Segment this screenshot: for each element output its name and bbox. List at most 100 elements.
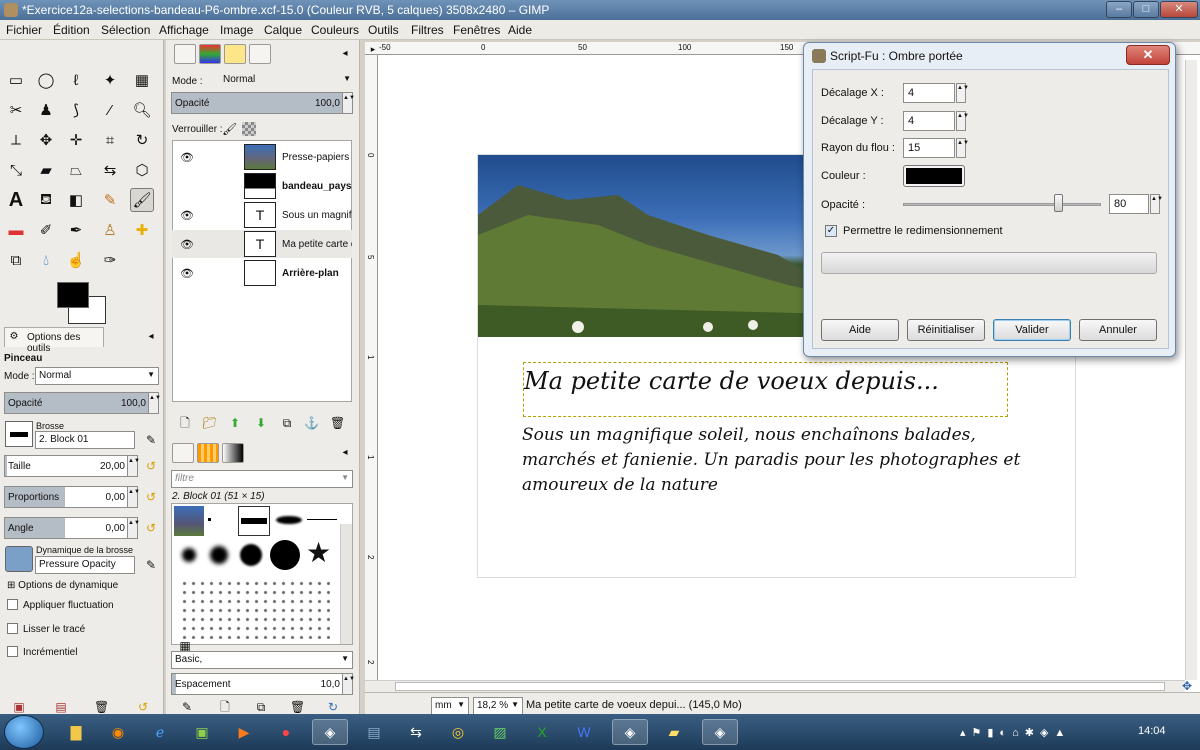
horizontal-scroll-thumb[interactable] — [395, 682, 1165, 691]
refresh-brushes-icon[interactable]: ↻ — [326, 700, 340, 714]
layer-row-active[interactable]: 👁︎ T Ma petite carte d — [172, 230, 352, 258]
dialog-opacity-track[interactable] — [903, 203, 1101, 206]
scale-icon[interactable]: ⤡ — [4, 158, 28, 182]
restore-options-icon[interactable]: ▤ — [54, 700, 68, 714]
foreground-color-swatch[interactable] — [57, 282, 89, 308]
menu-outils[interactable]: Outils — [368, 23, 399, 37]
mode-select[interactable]: Normal — [35, 367, 159, 385]
zoom-select[interactable]: 18,2 % — [473, 697, 523, 715]
layer-opacity-slider[interactable]: Opacité 100,0 ▲▼ — [171, 92, 355, 114]
edit-brush-icon[interactable]: ✎ — [144, 433, 158, 447]
airbrush-icon[interactable]: ✐ — [34, 218, 58, 242]
align-icon[interactable]: ✛ — [64, 128, 88, 152]
scissors-icon[interactable]: ✂ — [4, 98, 28, 122]
visibility-eye-icon[interactable]: 👁︎ — [180, 267, 194, 280]
brush-cell[interactable] — [270, 540, 300, 570]
quick-mask-corner-icon[interactable]: ▸ — [366, 42, 380, 56]
dynamics-options-expander[interactable]: ⊞ Options de dynamique — [7, 580, 118, 591]
save-options-icon[interactable]: ▣ — [12, 700, 26, 714]
star-brush-icon[interactable]: ★ — [306, 538, 331, 568]
new-group-icon[interactable]: 📁︎ — [202, 416, 217, 430]
reset-angle-icon[interactable]: ↺ — [144, 521, 158, 535]
eraser-icon[interactable]: ▬ — [4, 218, 28, 242]
blur-icon[interactable]: 💧︎ — [34, 248, 58, 272]
folder-taskbar-icon[interactable]: ▰ — [656, 719, 692, 745]
tab-layers[interactable] — [174, 44, 196, 64]
delete-options-icon[interactable]: 🗑︎ — [94, 700, 109, 714]
reset-button[interactable]: Réinitialiser — [907, 319, 985, 341]
ink-icon[interactable]: ✒ — [64, 218, 88, 242]
layer-row[interactable]: 👁︎ Arrière-plan — [172, 259, 352, 287]
ellipse-select-icon[interactable]: ◯ — [34, 68, 58, 92]
brush-cell[interactable] — [307, 519, 337, 520]
brushes-menu-icon[interactable]: ◂ — [338, 446, 352, 460]
excel-taskbar-icon[interactable]: X — [524, 719, 560, 745]
angle-slider[interactable]: Angle 0,00 ▲▼ — [4, 517, 140, 539]
gimp-taskbar-icon[interactable]: ◈ — [312, 719, 348, 745]
duplicate-brush-icon[interactable]: ⧉ — [254, 700, 268, 714]
ok-button[interactable]: Valider — [993, 319, 1071, 341]
paintbrush-icon[interactable]: 🖌︎ — [130, 188, 154, 212]
app2-taskbar-icon[interactable]: ● — [268, 719, 304, 745]
panel-menu-icon[interactable]: ◂ — [144, 330, 158, 344]
brush-cell[interactable] — [210, 546, 228, 564]
blur-radius-spinner[interactable]: ▲▼ — [956, 138, 969, 158]
heal-icon[interactable]: ✚ — [130, 218, 154, 242]
system-tray[interactable]: ▴⚑▮◐⌂✱◈▲ — [960, 726, 1071, 739]
flip-icon[interactable]: ⇆ — [98, 158, 122, 182]
dynamics-field[interactable]: Pressure Opacity — [35, 556, 135, 574]
menu-fichier[interactable]: Fichier — [6, 23, 42, 37]
dialog-opacity-input[interactable]: 80 — [1109, 194, 1149, 214]
cancel-button[interactable]: Annuler — [1079, 319, 1157, 341]
menu-edition[interactable]: Édition — [53, 23, 90, 37]
tab-paths[interactable] — [249, 44, 271, 64]
brush-preview[interactable] — [5, 421, 33, 447]
unit-select[interactable]: mm — [431, 697, 469, 715]
blur-radius-input[interactable]: 15 — [903, 138, 955, 158]
angle-spinner[interactable]: ▲▼ — [127, 518, 140, 538]
media-taskbar-icon[interactable]: ▶ — [226, 719, 262, 745]
text-tool-icon[interactable]: A — [4, 188, 28, 212]
lasso-icon[interactable]: ℓ — [64, 68, 88, 92]
brush-filter-input[interactable]: filtre — [171, 470, 353, 488]
menu-selection[interactable]: Sélection — [101, 23, 150, 37]
gimp3-taskbar-icon[interactable]: ◈ — [702, 719, 738, 745]
firefox-taskbar-icon[interactable]: ◉ — [100, 719, 136, 745]
arrows-taskbar-icon[interactable]: ⇆ — [398, 719, 434, 745]
raise-layer-icon[interactable]: ⬆ — [228, 416, 242, 430]
brush-name-field[interactable]: 2. Block 01 — [35, 431, 135, 449]
shadow-color-button[interactable] — [903, 165, 965, 187]
dialog-opacity-thumb[interactable] — [1054, 194, 1063, 212]
delete-layer-icon[interactable]: 🗑︎ — [330, 416, 345, 430]
offset-x-spinner[interactable]: ▲▼ — [956, 83, 969, 103]
tab-undo[interactable] — [224, 44, 246, 64]
dodge-burn-icon[interactable]: ✑ — [98, 248, 122, 272]
spacing-spinner[interactable]: ▲▼ — [342, 674, 355, 694]
menu-fenetres[interactable]: Fenêtres — [453, 23, 500, 37]
clock[interactable]: 14:04 — [1138, 725, 1166, 737]
fuzzy-select-icon[interactable]: ✦ — [98, 68, 122, 92]
rotate-icon[interactable]: ↻ — [130, 128, 154, 152]
layer-row[interactable]: 👁︎ T Sous un magnifi — [172, 201, 352, 229]
maximize-button[interactable]: □ — [1133, 1, 1159, 18]
opacity-spinner[interactable]: ▲▼ — [148, 393, 161, 413]
brush-cell[interactable] — [182, 548, 196, 562]
layer-mode-select[interactable]: Normal — [206, 72, 354, 90]
incremental-checkbox[interactable] — [7, 646, 18, 657]
clone-icon[interactable]: ♙ — [98, 218, 122, 242]
bucket-fill-icon[interactable]: ⛾ — [34, 188, 58, 212]
reset-size-icon[interactable]: ↺ — [144, 459, 158, 473]
paths-icon[interactable]: ⟆ — [64, 98, 88, 122]
reset-ratio-icon[interactable]: ↺ — [144, 490, 158, 504]
brush-cell-selected[interactable] — [238, 506, 270, 536]
close-button[interactable]: ✕ — [1160, 1, 1198, 18]
tab-brushes[interactable] — [172, 443, 194, 463]
lower-layer-icon[interactable]: ⬇ — [254, 416, 268, 430]
perspective-icon[interactable]: ⏢ — [64, 158, 88, 182]
smooth-checkbox[interactable] — [7, 623, 18, 634]
brush-cell[interactable] — [208, 518, 211, 521]
menu-image[interactable]: Image — [220, 23, 253, 37]
tab-channels[interactable] — [199, 44, 221, 64]
visibility-eye-icon[interactable]: 👁︎ — [180, 209, 194, 222]
offset-x-input[interactable]: 4 — [903, 83, 955, 103]
